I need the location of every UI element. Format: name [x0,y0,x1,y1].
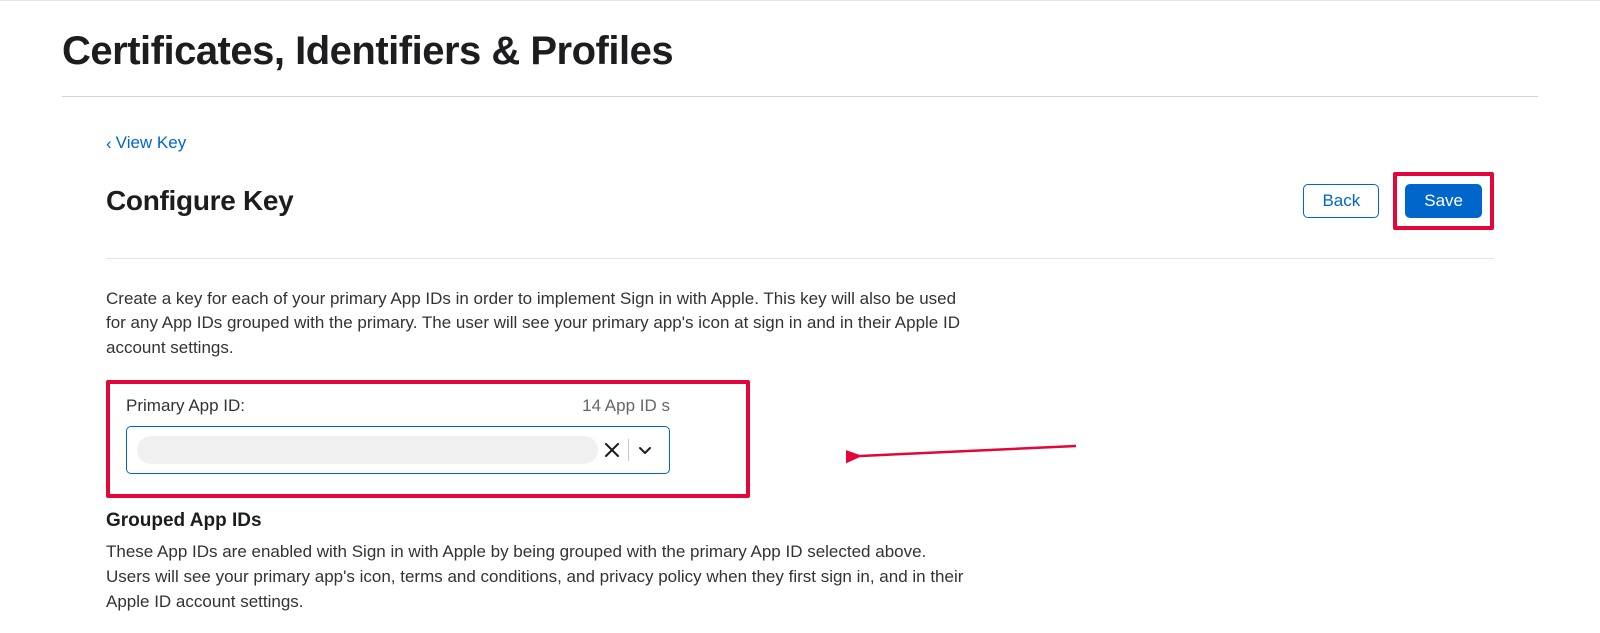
divider [628,439,629,461]
primary-app-id-select[interactable] [126,426,670,474]
section-title: Configure Key [106,185,293,217]
view-key-label: View Key [116,133,187,153]
primary-app-id-count: 14 App ID s [582,396,730,416]
view-key-link[interactable]: ‹ View Key [106,133,186,153]
clear-icon[interactable] [598,436,626,464]
grouped-app-ids-title: Grouped App IDs [106,510,1494,532]
chevron-left-icon: ‹ [106,135,112,152]
back-button[interactable]: Back [1303,184,1379,218]
annotation-highlight-save: Save [1393,172,1494,230]
primary-app-id-label: Primary App ID: [126,396,245,416]
save-button[interactable]: Save [1405,184,1482,218]
annotation-highlight-primary: Primary App ID: 14 App ID s [106,380,750,498]
grouped-app-ids-text: These App IDs are enabled with Sign in w… [106,540,966,614]
chevron-down-icon[interactable] [631,436,659,464]
primary-app-id-value [137,436,598,464]
intro-text: Create a key for each of your primary Ap… [106,287,966,361]
page-title: Certificates, Identifiers & Profiles [62,1,1538,96]
annotation-arrow-icon [846,436,1086,466]
